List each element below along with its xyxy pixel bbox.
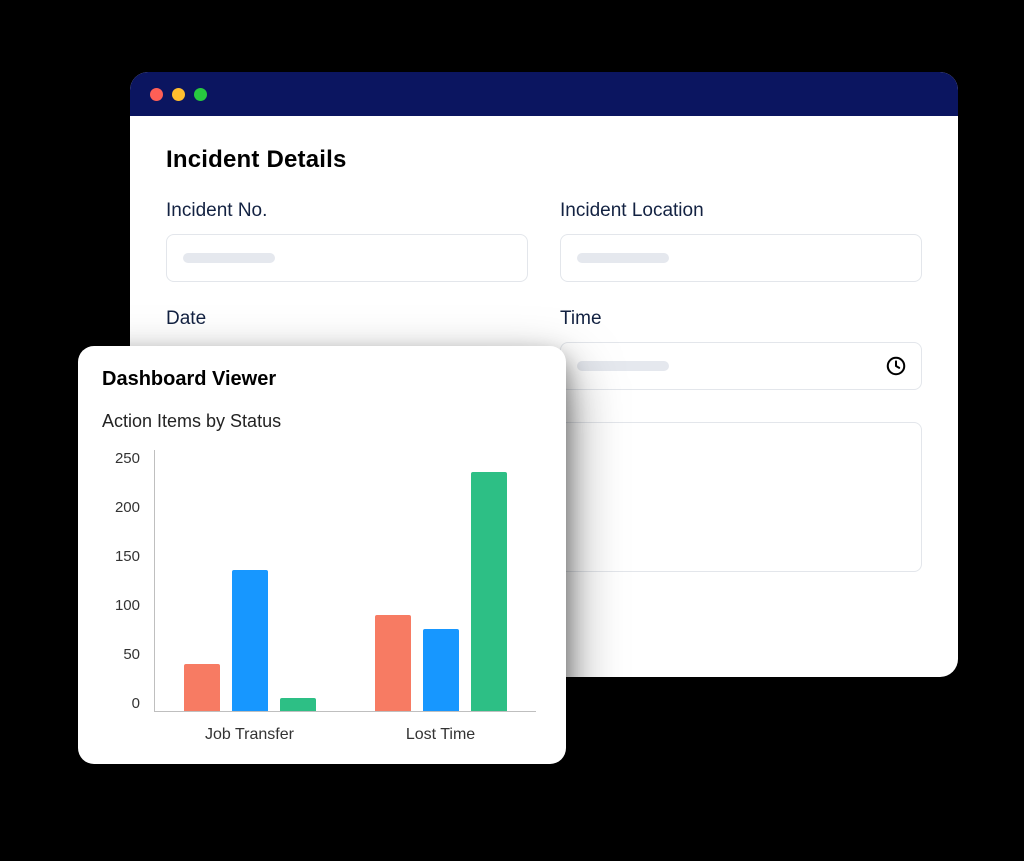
placeholder-skeleton (183, 253, 275, 263)
field-incident-location: Incident Location (560, 200, 922, 282)
x-tick: Job Transfer (154, 720, 345, 750)
placeholder-skeleton (577, 253, 669, 263)
bar-group (375, 472, 507, 711)
bar (280, 698, 316, 711)
y-axis: 250 200 150 100 50 0 (102, 450, 146, 712)
bar (232, 570, 268, 711)
y-tick: 50 (102, 646, 140, 663)
bar (184, 664, 220, 711)
field-incident-no: Incident No. (166, 200, 528, 282)
bar-group (184, 570, 316, 711)
label-date: Date (166, 308, 528, 330)
input-time[interactable] (560, 342, 922, 390)
bar-chart: 250 200 150 100 50 0 Job TransferLost Time (102, 450, 542, 750)
dashboard-card: Dashboard Viewer Action Items by Status … (78, 346, 566, 764)
bar (471, 472, 507, 711)
y-tick: 200 (102, 499, 140, 516)
y-tick: 100 (102, 597, 140, 614)
y-tick: 0 (102, 695, 140, 712)
label-incident-location: Incident Location (560, 200, 922, 222)
input-incident-no[interactable] (166, 234, 528, 282)
maximize-window-dot[interactable] (194, 88, 207, 101)
x-axis: Job TransferLost Time (154, 720, 536, 750)
label-incident-no: Incident No. (166, 200, 528, 222)
bar (375, 615, 411, 711)
label-time: Time (560, 308, 922, 330)
dashboard-title: Dashboard Viewer (102, 368, 542, 391)
close-window-dot[interactable] (150, 88, 163, 101)
placeholder-skeleton (577, 361, 669, 371)
input-incident-location[interactable] (560, 234, 922, 282)
x-tick: Lost Time (345, 720, 536, 750)
minimize-window-dot[interactable] (172, 88, 185, 101)
y-tick: 150 (102, 548, 140, 565)
field-time: Time (560, 308, 922, 390)
dashboard-subtitle: Action Items by Status (102, 411, 542, 432)
window-titlebar (130, 72, 958, 116)
bar (423, 629, 459, 711)
clock-icon (885, 355, 907, 377)
plot-area (154, 450, 536, 712)
section-title: Incident Details (166, 146, 922, 174)
y-tick: 250 (102, 450, 140, 467)
